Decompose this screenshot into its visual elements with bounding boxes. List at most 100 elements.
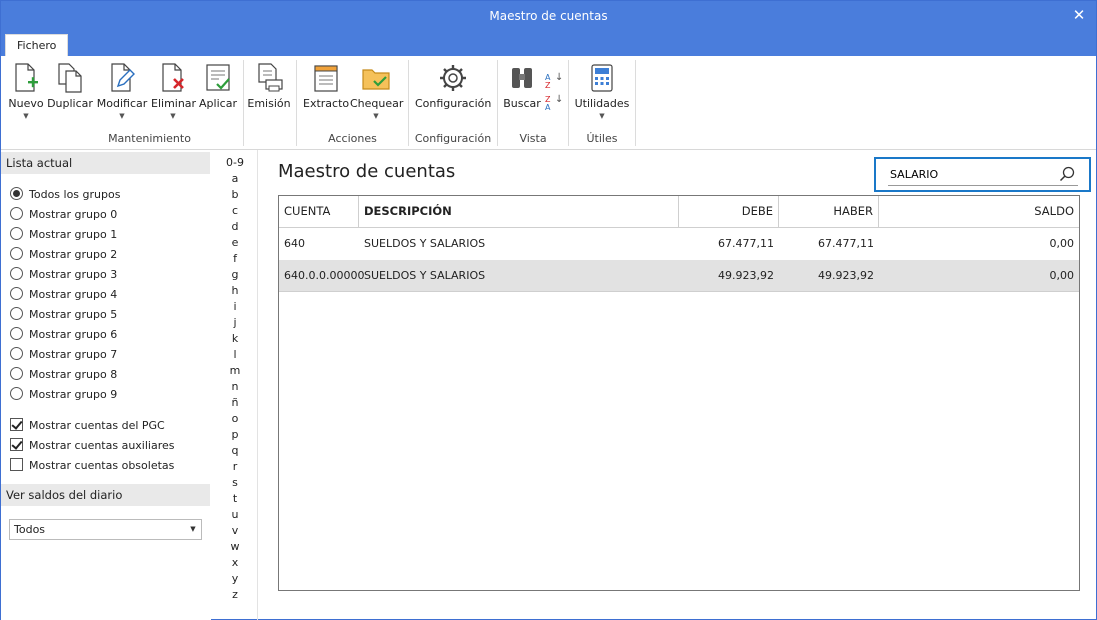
radio-option[interactable]: Mostrar grupo 6	[10, 326, 117, 344]
radio-label: Mostrar grupo 8	[29, 368, 118, 381]
radio-button[interactable]	[10, 327, 23, 340]
radio-label: Mostrar grupo 6	[29, 328, 118, 341]
buscar-label: Buscar	[503, 97, 541, 110]
alphabet-letter[interactable]: c	[213, 203, 257, 219]
radio-button[interactable]	[10, 387, 23, 400]
sort-za-bottom: A	[545, 103, 551, 112]
radio-option[interactable]: Mostrar grupo 9	[10, 386, 117, 404]
group-vista: Vista	[519, 132, 547, 145]
alphabet-letter[interactable]: i	[213, 299, 257, 315]
alphabet-letter[interactable]: x	[213, 555, 257, 571]
nuevo-label: Nuevo	[8, 97, 44, 110]
chequear-button[interactable]: Chequear ▼	[350, 62, 403, 126]
radio-option[interactable]: Mostrar grupo 7	[10, 346, 117, 364]
ver-saldos-header: Ver saldos del diario	[1, 484, 210, 506]
alphabet-letter[interactable]: o	[213, 411, 257, 427]
search-icon[interactable]	[1059, 166, 1075, 182]
alphabet-letter[interactable]: r	[213, 459, 257, 475]
radio-button[interactable]	[10, 267, 23, 280]
col-cuenta[interactable]: CUENTA	[279, 196, 359, 227]
search-box	[874, 157, 1091, 192]
chevron-down-icon: ▼	[23, 112, 29, 120]
search-input[interactable]	[888, 164, 1078, 186]
buscar-button[interactable]: Buscar	[503, 62, 541, 126]
calculator-icon	[591, 64, 613, 92]
checkbox-option[interactable]: Mostrar cuentas auxiliares	[10, 437, 175, 455]
radio-option[interactable]: Mostrar grupo 5	[10, 306, 117, 324]
alphabet-letter[interactable]: j	[213, 315, 257, 331]
alphabet-letter[interactable]: s	[213, 475, 257, 491]
radio-option[interactable]: Mostrar grupo 1	[10, 226, 117, 244]
checkbox[interactable]	[10, 418, 23, 431]
radio-button[interactable]	[10, 347, 23, 360]
radio-option[interactable]: Mostrar grupo 8	[10, 366, 117, 384]
alphabet-letter[interactable]: p	[213, 427, 257, 443]
duplicar-button[interactable]: Duplicar	[47, 62, 93, 126]
cell-cuenta: 640	[284, 237, 305, 250]
radio-button[interactable]	[10, 227, 23, 240]
radio-button[interactable]	[10, 367, 23, 380]
alphabet-letter[interactable]: h	[213, 283, 257, 299]
modificar-button[interactable]: Modificar ▼	[96, 62, 148, 126]
alphabet-letter[interactable]: q	[213, 443, 257, 459]
alphabet-index: 0-9 a b c d e f g h i j k l m n ñ o p q r s t u v w x y z	[213, 150, 258, 620]
table-row[interactable]: 640.0.0.00000 SUELDOS Y SALARIOS 49.923,92…	[279, 260, 1079, 292]
alphabet-letter[interactable]: l	[213, 347, 257, 363]
close-icon[interactable]: ✕	[1070, 1, 1088, 32]
chevron-down-icon: ▼	[373, 112, 379, 120]
radio-option[interactable]: Mostrar grupo 0	[10, 206, 117, 224]
sort-ascending-icon[interactable]: A Z ↓	[545, 73, 563, 91]
group-mantenimiento: Mantenimiento	[108, 132, 191, 145]
alphabet-letter[interactable]: w	[213, 539, 257, 555]
radio-option[interactable]: Mostrar grupo 2	[10, 246, 117, 264]
page-title: Maestro de cuentas	[278, 161, 456, 182]
alphabet-letter[interactable]: b	[213, 187, 257, 203]
checkbox-option[interactable]: Mostrar cuentas del PGC	[10, 417, 165, 435]
radio-button[interactable]	[10, 247, 23, 260]
utilidades-button[interactable]: Utilidades ▼	[574, 62, 630, 126]
aplicar-button[interactable]: Aplicar	[198, 62, 238, 126]
col-debe[interactable]: DEBE	[679, 196, 779, 227]
alphabet-letter[interactable]: ñ	[213, 395, 257, 411]
radio-option[interactable]: Mostrar grupo 4	[10, 286, 117, 304]
extracto-button[interactable]: Extracto	[303, 62, 349, 126]
radio-option[interactable]: Todos los grupos	[10, 186, 120, 204]
edit-document-icon	[111, 63, 135, 92]
saldos-select[interactable]: Todos ▼	[9, 519, 202, 540]
eliminar-button[interactable]: Eliminar ▼	[151, 62, 196, 126]
col-descripcion[interactable]: DESCRIPCIÓN	[359, 196, 679, 227]
alphabet-letter[interactable]: a	[213, 171, 257, 187]
alphabet-letter[interactable]: g	[213, 267, 257, 283]
alphabet-letter[interactable]: z	[213, 587, 257, 603]
tab-fichero[interactable]: Fichero	[5, 34, 69, 56]
radio-button[interactable]	[10, 207, 23, 220]
alphabet-letter[interactable]: k	[213, 331, 257, 347]
col-saldo[interactable]: SALDO	[879, 196, 1079, 227]
col-haber[interactable]: HABER	[779, 196, 879, 227]
radio-button[interactable]	[10, 307, 23, 320]
alphabet-letter[interactable]: n	[213, 379, 257, 395]
filter-panel: Lista actual Todos los grupos Mostrar gru…	[1, 150, 211, 620]
checkbox[interactable]	[10, 438, 23, 451]
checkbox-option[interactable]: Mostrar cuentas obsoletas	[10, 457, 174, 475]
alphabet-letter[interactable]: u	[213, 507, 257, 523]
alphabet-letter[interactable]: v	[213, 523, 257, 539]
cell-descripcion: SUELDOS Y SALARIOS	[364, 269, 486, 282]
radio-option[interactable]: Mostrar grupo 3	[10, 266, 117, 284]
sort-descending-icon[interactable]: Z A ↓	[545, 95, 563, 113]
alphabet-letter[interactable]: t	[213, 491, 257, 507]
nuevo-button[interactable]: Nuevo ▼	[7, 62, 45, 126]
emision-button[interactable]: Emisión	[247, 62, 291, 126]
alphabet-letter[interactable]: m	[213, 363, 257, 379]
table-row[interactable]: 640 SUELDOS Y SALARIOS 67.477,11 67.477,11 0…	[279, 228, 1079, 260]
configuracion-button[interactable]: Configuración	[415, 62, 491, 126]
alphabet-letter[interactable]: e	[213, 235, 257, 251]
checkbox[interactable]	[10, 458, 23, 471]
alphabet-letter[interactable]: 0-9	[213, 155, 257, 171]
alphabet-letter[interactable]: d	[213, 219, 257, 235]
alphabet-letter[interactable]: f	[213, 251, 257, 267]
alphabet-letter[interactable]: y	[213, 571, 257, 587]
group-configuracion: Configuración	[414, 132, 492, 145]
radio-button[interactable]	[10, 187, 23, 200]
radio-button[interactable]	[10, 287, 23, 300]
